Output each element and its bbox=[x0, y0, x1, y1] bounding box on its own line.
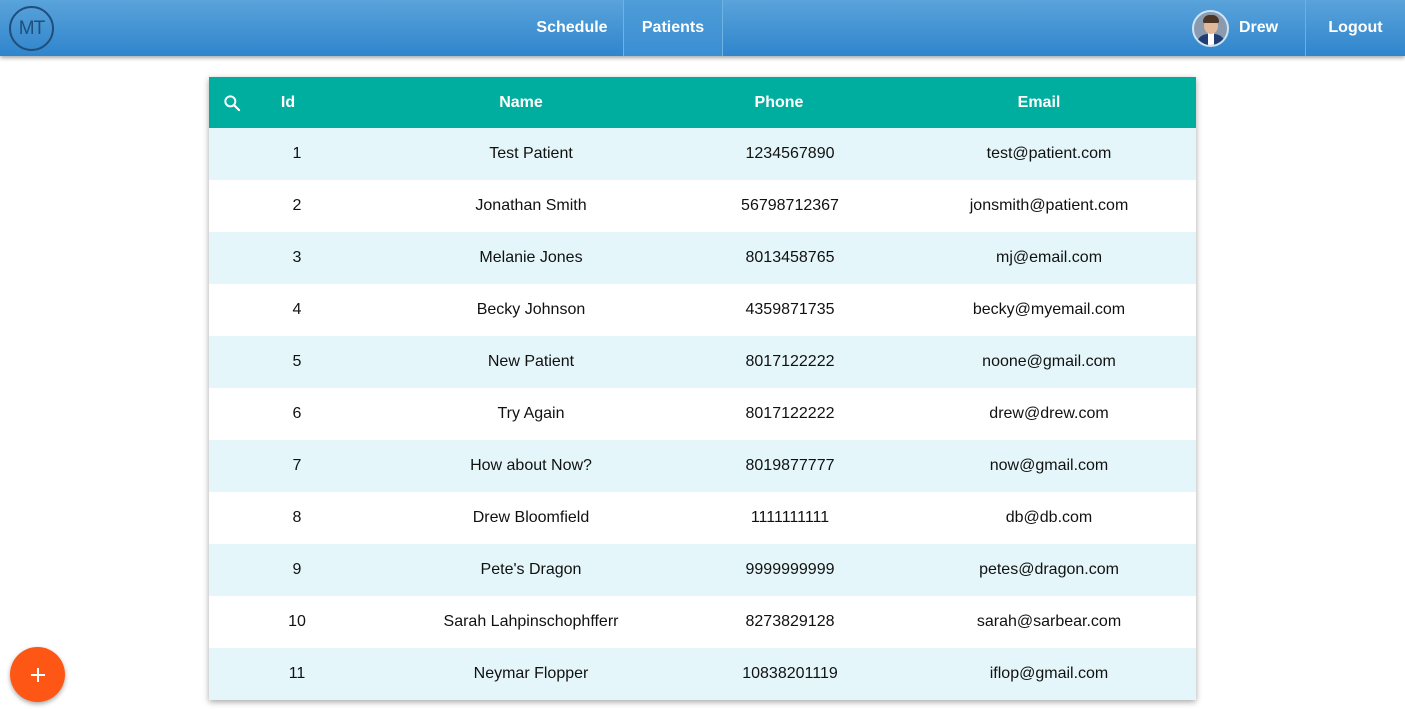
avatar[interactable] bbox=[1192, 9, 1229, 47]
plus-icon bbox=[30, 667, 45, 682]
cell-name: How about Now? bbox=[470, 457, 592, 474]
app-logo[interactable]: MT bbox=[9, 6, 54, 51]
cell-id: 3 bbox=[292, 249, 302, 266]
cell-phone: 1111111111 bbox=[750, 509, 830, 526]
cell-name: Neymar Flopper bbox=[473, 665, 589, 682]
cell-email: iflop@gmail.com bbox=[989, 665, 1109, 682]
table-row[interactable]: 4 Becky Johnson 4359871735 becky@myemail… bbox=[209, 284, 1196, 336]
cell-phone: 8013458765 bbox=[745, 249, 835, 266]
cell-phone: 4359871735 bbox=[745, 301, 835, 318]
cell-name: Becky Johnson bbox=[476, 301, 586, 318]
logo-text: MT bbox=[18, 17, 45, 39]
cell-phone: 56798712367 bbox=[741, 197, 839, 214]
column-header-id[interactable]: Id bbox=[257, 77, 319, 128]
cell-email: petes@dragon.com bbox=[979, 561, 1119, 578]
cell-email: jonsmith@patient.com bbox=[969, 197, 1129, 214]
cell-name: Test Patient bbox=[489, 145, 573, 162]
table-header: Id Name Phone Email bbox=[209, 77, 1196, 128]
search-icon bbox=[224, 94, 241, 111]
nav-tab-schedule[interactable]: Schedule bbox=[522, 0, 622, 56]
nav-tab-schedule-label: Schedule bbox=[536, 19, 608, 36]
top-navbar: MT Schedule Patients Drew Logout bbox=[0, 0, 1405, 56]
cell-id: 6 bbox=[292, 405, 302, 422]
nav-tab-patients-label: Patients bbox=[641, 19, 705, 36]
cell-name: Jonathan Smith bbox=[475, 197, 587, 214]
user-menu[interactable]: Drew bbox=[1190, 0, 1305, 56]
patients-table: Id Name Phone Email 1 Test Patient 12345… bbox=[209, 77, 1196, 700]
table-row[interactable]: 6 Try Again 8017122222 drew@drew.com bbox=[209, 388, 1196, 440]
cell-name: Pete's Dragon bbox=[480, 561, 582, 578]
logout-label: Logout bbox=[1328, 19, 1383, 36]
nav-tab-patients[interactable]: Patients bbox=[623, 0, 723, 56]
cell-email: noone@gmail.com bbox=[982, 353, 1116, 370]
user-name[interactable]: Drew bbox=[1239, 19, 1278, 37]
cell-phone: 10838201119 bbox=[742, 665, 838, 682]
cell-id: 9 bbox=[292, 561, 302, 578]
column-header-email[interactable]: Email bbox=[939, 77, 1139, 128]
cell-id: 2 bbox=[292, 197, 302, 214]
table-row[interactable]: 7 How about Now? 8019877777 now@gmail.co… bbox=[209, 440, 1196, 492]
table-row[interactable]: 1 Test Patient 1234567890 test@patient.c… bbox=[209, 128, 1196, 180]
cell-email: test@patient.com bbox=[986, 145, 1112, 162]
column-header-name[interactable]: Name bbox=[421, 77, 621, 128]
cell-name: Sarah Lahpinschophfferr bbox=[443, 613, 619, 630]
cell-id: 10 bbox=[288, 613, 306, 630]
cell-phone: 8017122222 bbox=[745, 405, 835, 422]
cell-email: sarah@sarbear.com bbox=[976, 613, 1122, 630]
cell-name: Drew Bloomfield bbox=[472, 509, 590, 526]
cell-phone: 8019877777 bbox=[745, 457, 835, 474]
cell-phone: 8273829128 bbox=[745, 613, 835, 630]
cell-phone: 9999999999 bbox=[745, 561, 835, 578]
cell-name: Melanie Jones bbox=[479, 249, 583, 266]
cell-email: now@gmail.com bbox=[989, 457, 1109, 474]
cell-phone: 1234567890 bbox=[745, 145, 835, 162]
table-row[interactable]: 2 Jonathan Smith 56798712367 jonsmith@pa… bbox=[209, 180, 1196, 232]
logout-button[interactable]: Logout bbox=[1306, 0, 1405, 56]
table-row[interactable]: 9 Pete's Dragon 9999999999 petes@dragon.… bbox=[209, 544, 1196, 596]
cell-id: 8 bbox=[292, 509, 302, 526]
cell-phone: 8017122222 bbox=[745, 353, 835, 370]
table-row[interactable]: 3 Melanie Jones 8013458765 mj@email.com bbox=[209, 232, 1196, 284]
column-header-phone[interactable]: Phone bbox=[679, 77, 879, 128]
table-row[interactable]: 11 Neymar Flopper 10838201119 iflop@gmai… bbox=[209, 648, 1196, 700]
cell-name: New Patient bbox=[487, 353, 575, 370]
cell-email: becky@myemail.com bbox=[972, 301, 1126, 318]
add-patient-button[interactable] bbox=[10, 647, 65, 702]
cell-name: Try Again bbox=[497, 405, 565, 422]
cell-id: 1 bbox=[292, 145, 302, 162]
cell-id: 4 bbox=[292, 301, 302, 318]
table-body: 1 Test Patient 1234567890 test@patient.c… bbox=[209, 128, 1196, 700]
cell-id: 11 bbox=[288, 665, 306, 682]
table-row[interactable]: 10 Sarah Lahpinschophfferr 8273829128 sa… bbox=[209, 596, 1196, 648]
table-row[interactable]: 8 Drew Bloomfield 1111111111 db@db.com bbox=[209, 492, 1196, 544]
cell-email: mj@email.com bbox=[995, 249, 1103, 266]
cell-id: 5 bbox=[292, 353, 302, 370]
table-row[interactable]: 5 New Patient 8017122222 noone@gmail.com bbox=[209, 336, 1196, 388]
search-button[interactable] bbox=[217, 77, 247, 128]
cell-email: drew@drew.com bbox=[989, 405, 1109, 422]
cell-email: db@db.com bbox=[1005, 509, 1093, 526]
cell-id: 7 bbox=[292, 457, 302, 474]
